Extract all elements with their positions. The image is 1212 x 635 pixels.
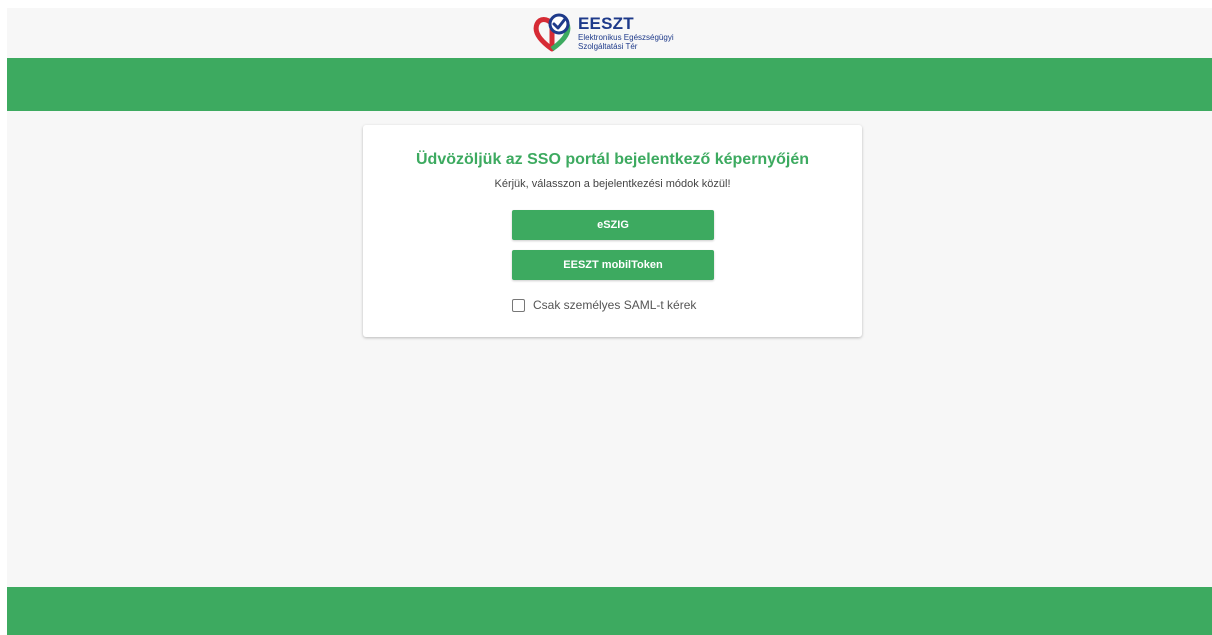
mobiltoken-login-button[interactable]: EESZT mobilToken — [512, 250, 714, 280]
eszig-login-button[interactable]: eSZIG — [512, 210, 714, 240]
login-card: Üdvözöljük az SSO portál bejelentkező ké… — [363, 125, 862, 337]
login-title: Üdvözöljük az SSO portál bejelentkező ké… — [416, 151, 809, 168]
logo-text: EESZT Elektronikus Egészségügyi Szolgált… — [578, 15, 674, 51]
page-frame: EESZT Elektronikus Egészségügyi Szolgált… — [7, 8, 1212, 635]
personal-saml-label[interactable]: Csak személyes SAML-t kérek — [533, 298, 696, 312]
logo-title: EESZT — [578, 14, 634, 33]
eeszt-logo[interactable]: EESZT Elektronikus Egészségügyi Szolgált… — [532, 10, 722, 56]
personal-saml-option[interactable]: Csak személyes SAML-t kérek — [512, 297, 696, 313]
top-green-band — [7, 58, 1212, 111]
logo-subtitle-line1: Elektronikus Egészségügyi — [578, 33, 674, 42]
top-header: EESZT Elektronikus Egészségügyi Szolgált… — [7, 8, 1212, 58]
eeszt-heart-icon — [533, 13, 571, 52]
login-subtitle: Kérjük, válasszon a bejelentkezési módok… — [494, 178, 731, 190]
footer-green-band — [7, 587, 1212, 635]
personal-saml-checkbox[interactable] — [512, 298, 525, 312]
logo-subtitle-line2: Szolgáltatási Tér — [578, 42, 638, 51]
